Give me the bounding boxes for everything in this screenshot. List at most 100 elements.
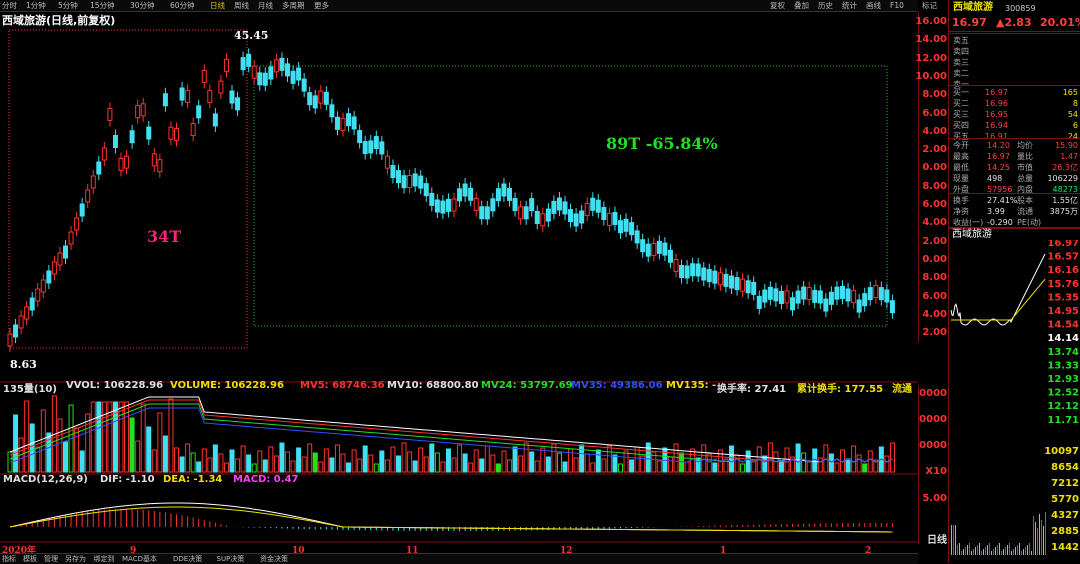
candle-body (806, 287, 812, 301)
mini-axis-tick: 12.12 (1047, 401, 1079, 412)
volume-bar (135, 440, 141, 473)
intraday-volume-bar (1011, 551, 1012, 555)
volume-bar (623, 450, 629, 473)
ask-label: 卖三 (953, 58, 969, 67)
candle-body (784, 290, 790, 304)
candle-body (862, 293, 868, 307)
main-chart[interactable]: 45.458.6334T89T -65.84%2020年 9 10 11 12 1 2 (0, 12, 918, 553)
candle-body (573, 213, 579, 227)
volume-bar (507, 459, 512, 473)
candle-body (840, 285, 845, 299)
toolbar-item[interactable]: 分时 (2, 0, 17, 11)
annotation-89t: 89T -65.84% (606, 134, 718, 153)
macd-axis: 5.00 日线 (918, 474, 949, 546)
bid-price: 16.96 (985, 99, 1008, 108)
candle-body (734, 277, 740, 291)
low-price-label: 8.63 (10, 358, 37, 371)
candle-body (29, 297, 35, 311)
stat-row: 换手 27.41% 股本 1.55亿 (949, 195, 1080, 206)
mini-vol-axis-tick: 1442 (1051, 542, 1079, 553)
volume-bar (679, 452, 685, 473)
candle-body (140, 103, 146, 117)
candle-body (540, 213, 546, 227)
price-axis-tick: 4.00 (922, 217, 947, 229)
intraday-volume-bar (965, 547, 966, 555)
candle-body (101, 147, 107, 161)
candle-body (362, 141, 368, 155)
volume-bar (85, 413, 91, 473)
candle-body (13, 324, 19, 338)
macd-line (9, 506, 893, 533)
toolbar-item[interactable]: 更多 (314, 0, 329, 11)
toolbar-right-item[interactable]: 统计 (842, 0, 857, 11)
candle-body (312, 95, 318, 109)
intraday-volume-bar (959, 543, 960, 555)
price-axis: 16.00 14.00 12.00 10.00 8.00 6.00 4.00 2.00 0.00… (915, 12, 949, 342)
intraday-volume-bar (1031, 551, 1032, 555)
toolbar-item[interactable]: 周线 (234, 0, 249, 11)
toolbar-item[interactable]: 5分钟 (58, 0, 78, 11)
price-axis-tick: 4.00 (922, 125, 947, 137)
bid-volume: 6 (1072, 121, 1078, 130)
volume-bar (629, 459, 635, 473)
bid-row: 买一 16.97 165 (949, 87, 1080, 98)
volume-bar (251, 463, 257, 473)
mini-vol-axis-tick: 4327 (1051, 510, 1079, 521)
price-axis-tick: 6.00 (922, 199, 947, 210)
stat-row: 现量 498 总量 106229 (949, 173, 1080, 184)
stat-value: 3875万 (1049, 207, 1078, 216)
toolbar-right-item[interactable]: 叠加 (794, 0, 809, 11)
toolbar-item[interactable]: 15分钟 (90, 0, 115, 11)
volume-bar (778, 460, 784, 473)
candle-body (24, 306, 30, 320)
volume-bar (851, 445, 857, 473)
volume-bar (495, 463, 501, 473)
intraday-volume-bar (1033, 516, 1034, 555)
mini-axis-tick: 12.93 (1047, 374, 1079, 385)
candle-body (534, 210, 540, 224)
toolbar-right-item[interactable]: 历史 (818, 0, 833, 11)
candle-body (218, 80, 224, 94)
toolbar-item[interactable]: 日线 (210, 0, 225, 11)
candle-body (712, 270, 718, 284)
candle-body (673, 258, 679, 272)
stat-key: 流通 (1017, 207, 1033, 216)
intraday-volume-bar (977, 545, 978, 555)
volume-bar (845, 458, 851, 473)
candle-body (251, 65, 257, 79)
volume-bar (290, 460, 296, 473)
intraday-volume-bar (993, 549, 994, 555)
volume-bar (268, 446, 274, 473)
toolbar-item[interactable]: 多周期 (282, 0, 305, 11)
mini-axis-tick: 13.33 (1047, 360, 1079, 371)
volume-bar (473, 449, 479, 473)
volume-bar (401, 442, 407, 473)
candle-body (790, 297, 796, 311)
price-axis-tick: 0.00 (922, 162, 947, 174)
toolbar-item[interactable]: 30分钟 (130, 0, 155, 11)
intraday-mini-chart[interactable]: 16.97 16.57 16.16 15.76 15.35 14.95 14.54 14.14… (949, 240, 1080, 560)
candle-body (46, 270, 52, 284)
toolbar-right-item[interactable]: 标记 (922, 0, 937, 11)
toolbar-item[interactable]: 1分钟 (26, 0, 46, 11)
mini-axis-tick: 11.71 (1047, 415, 1079, 426)
candle-body (889, 300, 895, 314)
toolbar-right-item[interactable]: 复权 (770, 0, 785, 11)
toolbar-right-item[interactable]: 画线 (866, 0, 881, 11)
volume-bar (212, 444, 218, 473)
volume-bar (179, 456, 185, 473)
volume-bar (312, 452, 318, 473)
candle-body (523, 206, 529, 220)
toolbar-item[interactable]: 月线 (258, 0, 273, 11)
volume-bar (140, 403, 146, 473)
candle-body (74, 217, 80, 231)
mini-axis-tick: 15.35 (1047, 292, 1079, 303)
volume-bar (201, 448, 207, 473)
toolbar-right-item[interactable]: F10 (890, 0, 904, 11)
volume-bar (13, 414, 19, 473)
toolbar-item[interactable]: 60分钟 (170, 0, 195, 11)
stat-value: 27.41% (987, 196, 1018, 205)
candle-body (595, 199, 601, 213)
intraday-volume-bar (973, 549, 974, 555)
candle-body (390, 164, 396, 178)
